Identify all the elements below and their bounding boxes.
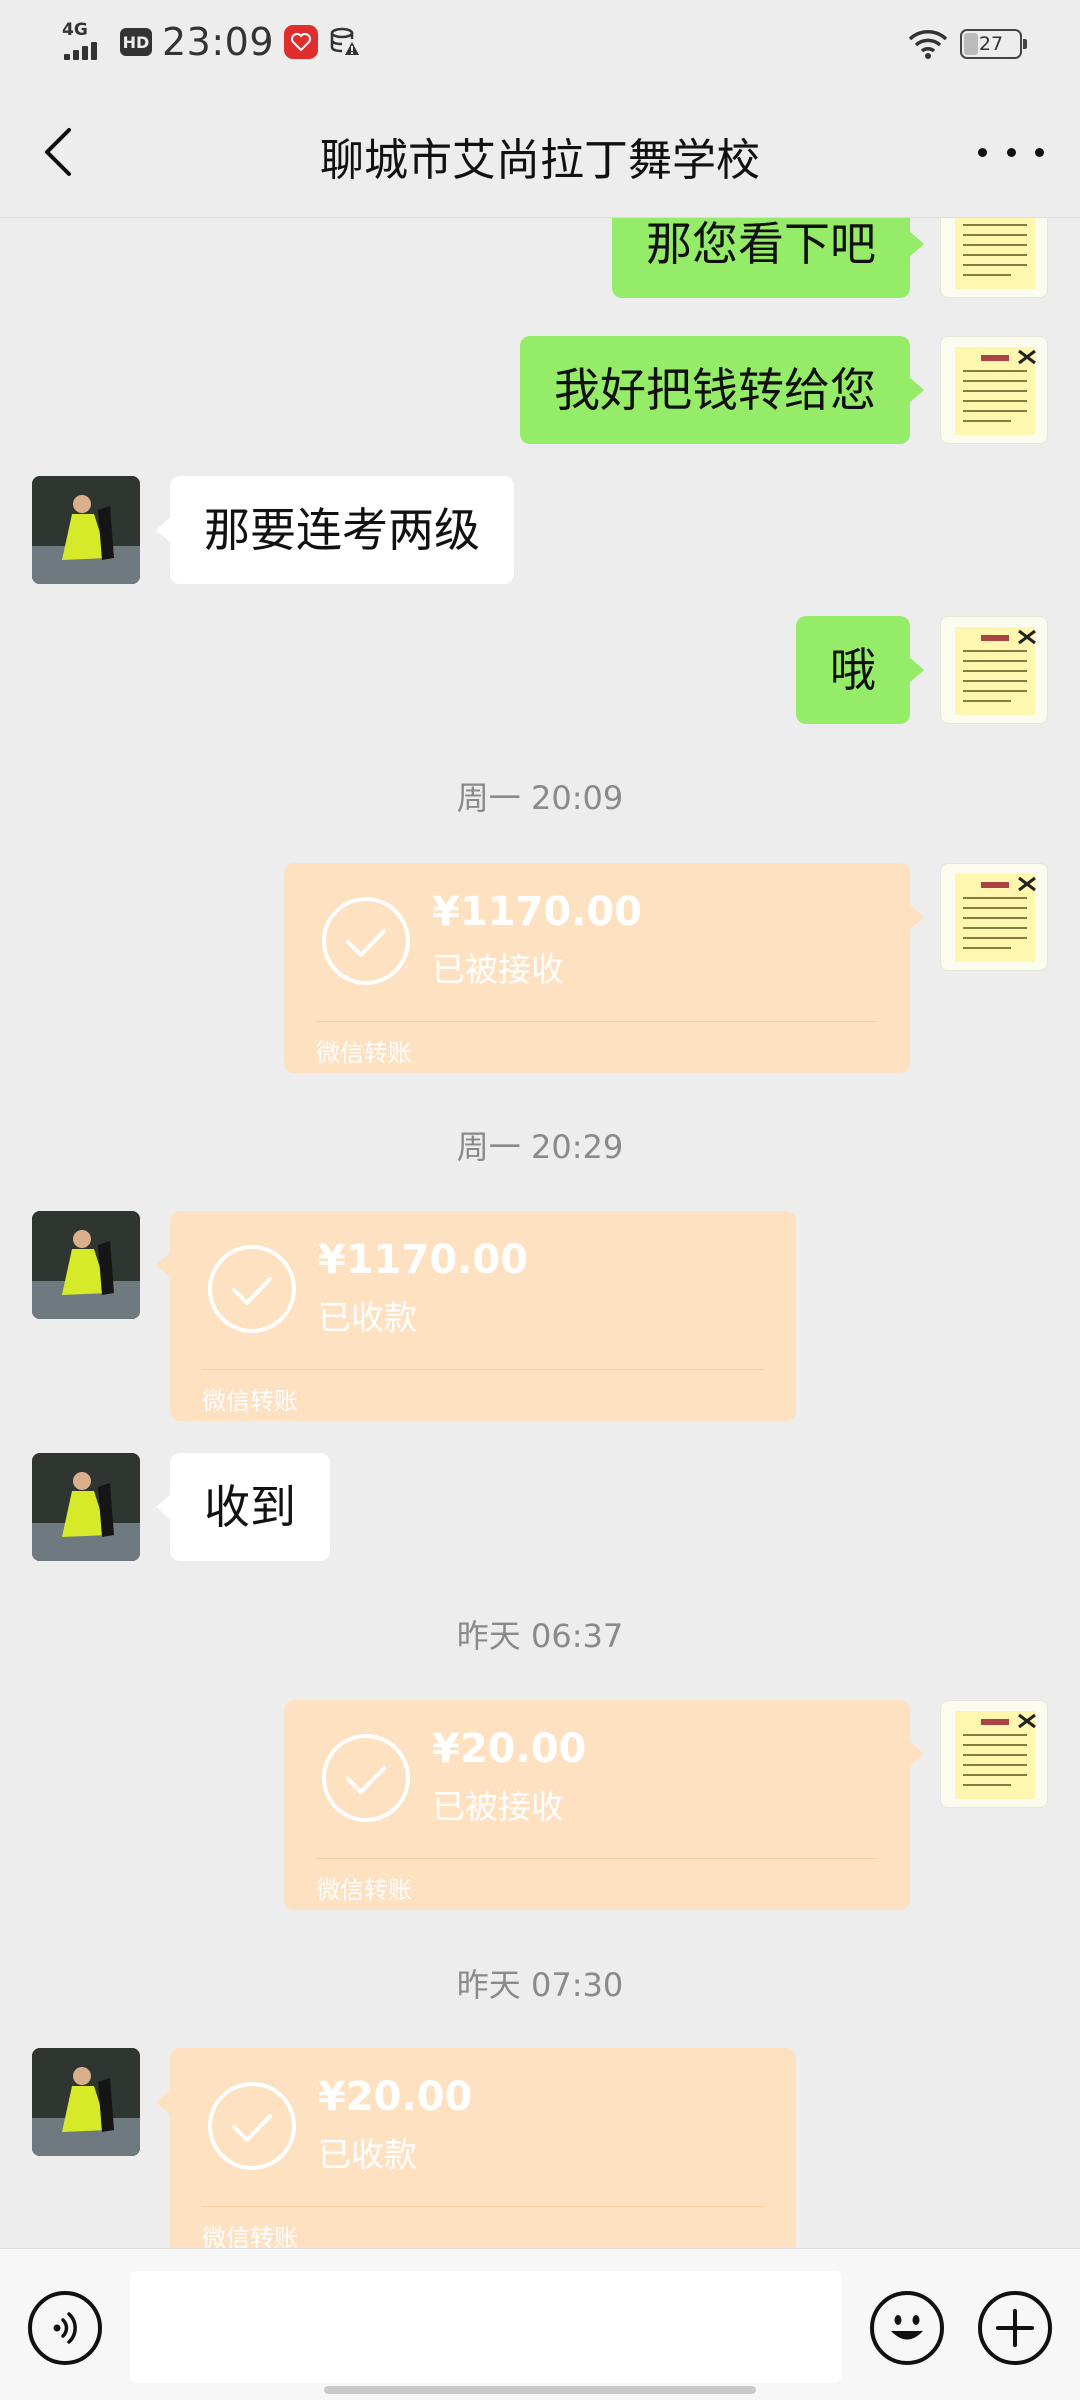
transfer-card[interactable]: ¥1170.00 已收款 微信转账 bbox=[156, 1211, 796, 1421]
message-input[interactable] bbox=[130, 2271, 842, 2383]
contact-avatar[interactable] bbox=[32, 2048, 140, 2156]
back-arrow-icon bbox=[45, 128, 71, 176]
transfer-card[interactable]: ¥20.00 已被接收 微信转账 bbox=[284, 1700, 924, 1910]
message-list[interactable]: 那您看下吧 我好把钱转给您 那要连考两级 哦 周一 20:09 ¥1170.00 bbox=[0, 218, 1080, 2248]
my-avatar[interactable] bbox=[940, 336, 1048, 444]
checkmark-icon bbox=[322, 897, 410, 985]
wifi-icon bbox=[908, 30, 948, 59]
more-functions-button[interactable] bbox=[978, 2291, 1052, 2365]
emoji-icon bbox=[891, 2315, 923, 2340]
chat-header: 聊城市艾尚拉丁舞学校 bbox=[0, 84, 1080, 218]
transfer-status: 已被接收 bbox=[432, 1787, 564, 1826]
transfer-amount: ¥20.00 bbox=[432, 1726, 587, 1772]
message-timestamp: 周一 20:09 bbox=[456, 779, 624, 817]
my-message-bubble[interactable]: 我好把钱转给您 bbox=[520, 336, 924, 444]
transfer-status: 已被接收 bbox=[432, 950, 564, 989]
signal-icon: 4G bbox=[60, 20, 110, 64]
divider bbox=[316, 1858, 878, 1859]
checkmark-icon bbox=[322, 1734, 410, 1822]
transfer-label: 微信转账 bbox=[202, 2224, 298, 2248]
input-bar bbox=[0, 2248, 1080, 2400]
hd-badge: HD bbox=[120, 28, 152, 56]
database-warning-icon bbox=[330, 27, 360, 55]
transfer-amount: ¥20.00 bbox=[318, 2074, 473, 2120]
my-avatar[interactable] bbox=[940, 218, 1048, 298]
voice-button[interactable] bbox=[28, 2291, 102, 2365]
transfer-label: 微信转账 bbox=[202, 1387, 298, 1415]
divider bbox=[316, 1021, 878, 1022]
contact-message-bubble[interactable]: 收到 bbox=[156, 1453, 330, 1561]
home-indicator[interactable] bbox=[324, 2386, 756, 2394]
my-message-bubble[interactable]: 那您看下吧 bbox=[612, 218, 924, 298]
contact-message-bubble[interactable]: 那要连考两级 bbox=[156, 476, 514, 584]
message-timestamp: 昨天 07:30 bbox=[456, 1966, 624, 2004]
checkmark-icon bbox=[208, 2082, 296, 2170]
checkmark-icon bbox=[208, 1245, 296, 1333]
battery-icon: 27 bbox=[960, 29, 1027, 59]
status-time: 23:09 bbox=[162, 20, 275, 64]
message-timestamp: 周一 20:29 bbox=[456, 1128, 624, 1166]
transfer-label: 微信转账 bbox=[316, 1039, 412, 1067]
my-avatar[interactable] bbox=[940, 616, 1048, 724]
my-message-bubble[interactable]: 哦 bbox=[796, 616, 924, 724]
more-button[interactable] bbox=[978, 130, 1044, 174]
battery-level: 27 bbox=[978, 33, 1004, 55]
contact-avatar[interactable] bbox=[32, 476, 140, 584]
divider bbox=[202, 2206, 764, 2207]
status-bar: 4G HD 23:09 27 bbox=[0, 0, 1080, 84]
transfer-status: 已收款 bbox=[318, 2135, 417, 2174]
back-button[interactable] bbox=[30, 122, 86, 182]
status-bar-left: 4G HD 23:09 bbox=[60, 18, 362, 66]
transfer-label: 微信转账 bbox=[316, 1876, 412, 1904]
divider bbox=[202, 1369, 764, 1370]
transfer-card[interactable]: ¥1170.00 已被接收 微信转账 bbox=[284, 863, 924, 1073]
transfer-card[interactable]: ¥20.00 已收款 微信转账 bbox=[156, 2048, 796, 2248]
plus-icon bbox=[996, 2309, 1034, 2347]
transfer-status: 已收款 bbox=[318, 1298, 417, 1337]
transfer-amount: ¥1170.00 bbox=[432, 889, 643, 935]
contact-avatar[interactable] bbox=[32, 1211, 140, 1319]
notification-app-icon bbox=[284, 25, 319, 59]
message-timestamp: 昨天 06:37 bbox=[456, 1617, 624, 1655]
status-bar-right: 27 bbox=[908, 22, 1027, 66]
contact-avatar[interactable] bbox=[32, 1453, 140, 1561]
network-type: 4G bbox=[62, 20, 88, 40]
my-avatar[interactable] bbox=[940, 1700, 1048, 1808]
emoji-button[interactable] bbox=[870, 2291, 944, 2365]
voice-icon bbox=[53, 2312, 77, 2344]
chat-title: 聊城市艾尚拉丁舞学校 bbox=[320, 135, 760, 186]
transfer-amount: ¥1170.00 bbox=[318, 1237, 529, 1283]
more-icon bbox=[978, 147, 987, 157]
my-avatar[interactable] bbox=[940, 863, 1048, 971]
